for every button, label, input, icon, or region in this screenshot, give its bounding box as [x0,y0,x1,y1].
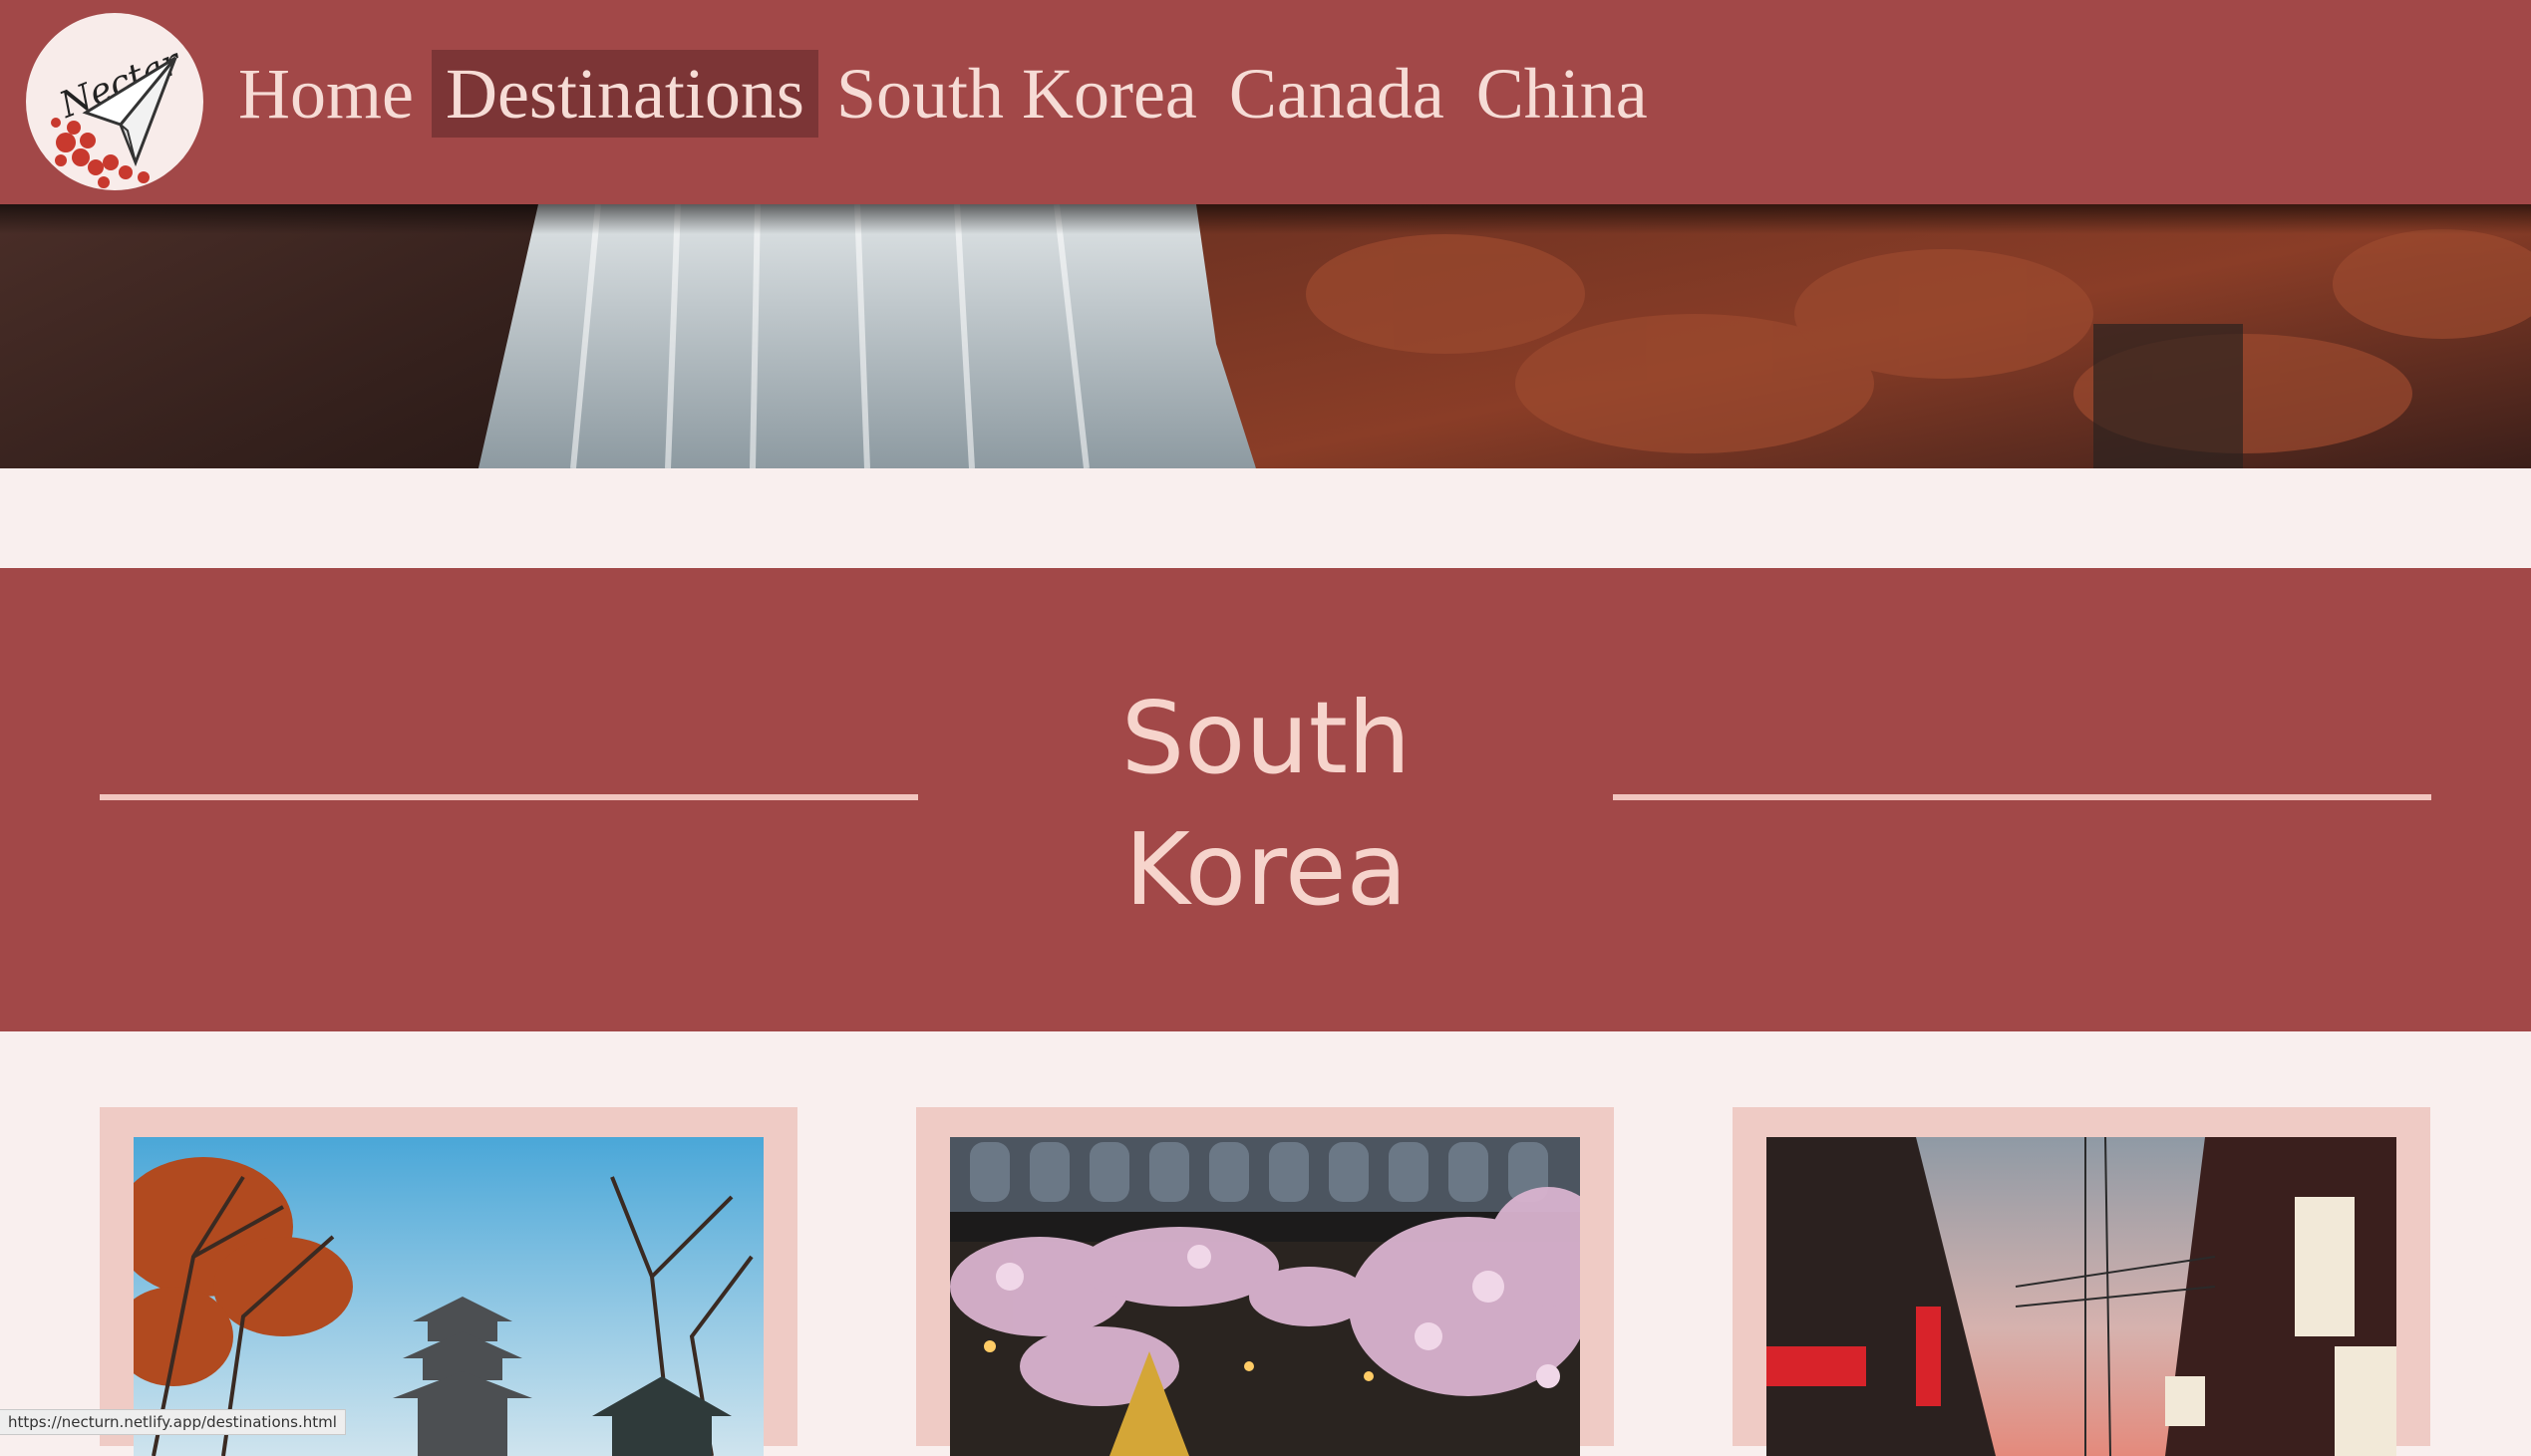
section-title: South Korea [1120,680,1412,928]
paper-plane-logo-icon: Nectar [51,41,187,188]
destination-card-street[interactable] [1733,1107,2430,1456]
nav-home[interactable]: Home [224,50,428,138]
palace-photo [134,1137,764,1456]
cherry-blossom-photo [950,1137,1580,1456]
top-navigation-bar: Nectar Home Destinations South Korea Can… [0,0,2531,204]
nav-destinations[interactable]: Destinations [431,50,818,138]
nectar-logo[interactable]: Nectar [26,13,203,190]
seoul-street-photo [1766,1137,2396,1456]
link-preview-status-bar: https://necturn.netlify.app/destinations… [0,1409,346,1435]
nav-china[interactable]: China [1462,50,1662,138]
nav-south-korea[interactable]: South Korea [822,50,1211,138]
nav-canada[interactable]: Canada [1215,50,1458,138]
hero-banner-image [0,204,2531,468]
destination-card-blossoms[interactable] [916,1107,1614,1456]
main-nav: Home Destinations South Korea Canada Chi… [224,50,1666,138]
title-divider-right [1613,794,2431,800]
spacer-band [0,468,2531,568]
title-divider-left [100,794,918,800]
destination-card-palace[interactable] [100,1107,797,1456]
